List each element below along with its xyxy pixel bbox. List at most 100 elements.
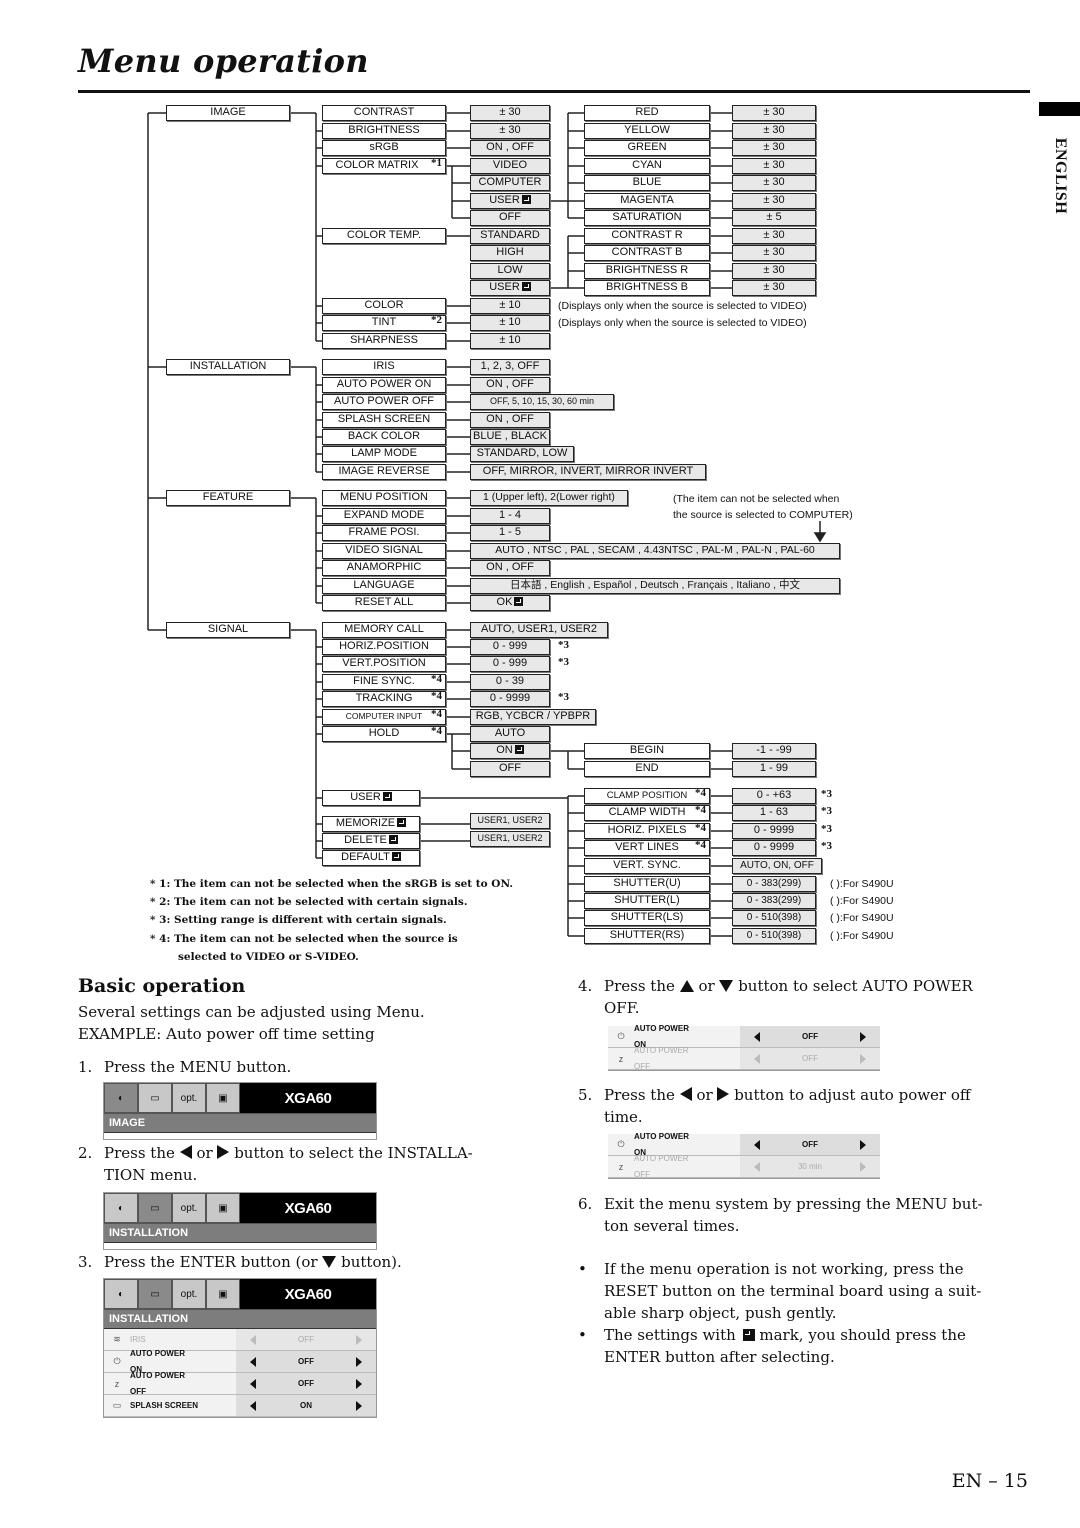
matrix-user-item[interactable]: MAGENTA (584, 193, 710, 209)
feature-item[interactable]: LANGUAGE (322, 578, 446, 594)
matrix-user-item[interactable]: RED (584, 105, 710, 121)
installation-item[interactable]: SPLASH SCREEN (322, 412, 446, 428)
user-item[interactable]: VERT LINES *4 (584, 839, 710, 856)
item-srgb[interactable]: sRGB (322, 140, 446, 156)
feature-item[interactable]: EXPAND MODE (322, 508, 446, 524)
item-contrast[interactable]: CONTRAST (322, 105, 446, 121)
user-item[interactable]: HORIZ. PIXELS *4 (584, 822, 710, 839)
installation-item[interactable]: BACK COLOR (322, 429, 446, 445)
feature-item[interactable]: RESET ALL (322, 595, 446, 611)
color-temp-user-item[interactable]: BRIGHTNESS R (584, 263, 710, 279)
item-sharpness[interactable]: SHARPNESS (322, 333, 446, 349)
option-tab-icon[interactable]: opt. (172, 1083, 206, 1113)
user-item[interactable]: VERT. SYNC. (584, 858, 710, 874)
osd-row-value[interactable]: OFF (236, 1351, 376, 1372)
right-arrow-icon[interactable] (356, 1356, 362, 1367)
right-arrow-icon[interactable] (859, 1161, 866, 1172)
right-arrow-icon[interactable] (860, 1053, 866, 1064)
installation-tab-icon[interactable]: ▭ (138, 1083, 172, 1113)
signal-item[interactable]: HOLD *4 (322, 725, 446, 742)
right-arrow-icon[interactable] (860, 1031, 866, 1042)
option-tab-icon[interactable]: opt. (172, 1193, 206, 1223)
signal-memorize-item[interactable]: MEMORIZE (322, 816, 420, 832)
osd-row-value[interactable]: OFF (740, 1026, 880, 1047)
item-color[interactable]: COLOR (322, 298, 446, 314)
left-arrow-icon[interactable] (754, 1053, 760, 1064)
installation-tab-icon[interactable]: ▭ (138, 1279, 172, 1309)
left-arrow-icon[interactable] (754, 1139, 760, 1150)
user-item[interactable]: SHUTTER(RS) (584, 928, 710, 944)
left-arrow-icon[interactable] (250, 1400, 256, 1411)
image-tab-icon[interactable]: ◐ (104, 1279, 138, 1309)
osd-row-value[interactable]: OFF (740, 1134, 880, 1155)
left-arrow-icon[interactable] (250, 1334, 256, 1345)
signal-item[interactable]: MEMORY CALL (322, 622, 446, 638)
color-temp-user-item[interactable]: CONTRAST B (584, 245, 710, 261)
osd-row-value[interactable]: ON (236, 1395, 376, 1416)
color-temp-user-item[interactable]: CONTRAST R (584, 228, 710, 244)
matrix-user-item[interactable]: CYAN (584, 158, 710, 174)
item-color-temp[interactable]: COLOR TEMP. (322, 228, 446, 244)
left-arrow-icon[interactable] (754, 1161, 760, 1172)
item-brightness[interactable]: BRIGHTNESS (322, 123, 446, 139)
signal-tab-icon[interactable]: ▣ (206, 1083, 240, 1113)
feature-item[interactable]: FRAME POSI. (322, 525, 446, 541)
user-item[interactable]: CLAMP WIDTH *4 (584, 804, 710, 821)
right-arrow-icon[interactable] (356, 1334, 362, 1345)
matrix-user-item[interactable]: SATURATION (584, 210, 710, 226)
signal-user-item[interactable]: USER (322, 790, 420, 806)
osd-row-value[interactable]: 30 min (740, 1156, 880, 1177)
osd-row-value[interactable]: OFF (740, 1048, 880, 1069)
osd-menu-row[interactable]: z AUTO POWER OFF OFF (608, 1046, 880, 1070)
user-item[interactable]: SHUTTER(U) (584, 876, 710, 892)
osd-menu-row[interactable]: z AUTO POWER OFF OFF (104, 1371, 376, 1395)
signal-tab-icon[interactable]: ▣ (206, 1279, 240, 1309)
osd-menu-row[interactable]: ⏻ AUTO POWER ON OFF (104, 1349, 376, 1373)
signal-tab-icon[interactable]: ▣ (206, 1193, 240, 1223)
installation-item[interactable]: AUTO POWER OFF (322, 394, 446, 410)
image-tab-icon[interactable]: ◐ (104, 1193, 138, 1223)
menu-feature[interactable]: FEATURE (166, 490, 290, 506)
right-arrow-icon[interactable] (860, 1139, 866, 1150)
matrix-user-item[interactable]: BLUE (584, 175, 710, 191)
signal-item[interactable]: FINE SYNC. *4 (322, 673, 446, 690)
osd-menu-row[interactable]: ▭ SPLASH SCREEN ON (104, 1395, 376, 1417)
osd-menu-row[interactable]: ⏻ AUTO POWER ON OFF (608, 1024, 880, 1048)
osd-row-value[interactable]: OFF (236, 1373, 376, 1394)
item-tint[interactable]: TINT *2 (322, 314, 446, 331)
signal-delete-item[interactable]: DELETE (322, 833, 420, 849)
user-item[interactable]: SHUTTER(L) (584, 893, 710, 909)
right-arrow-icon[interactable] (356, 1378, 362, 1389)
option-tab-icon[interactable]: opt. (172, 1279, 206, 1309)
color-temp-user-item[interactable]: BRIGHTNESS B (584, 280, 710, 296)
signal-item[interactable]: VERT.POSITION (322, 656, 446, 672)
signal-default-item[interactable]: DEFAULT (322, 850, 420, 866)
signal-item[interactable]: TRACKING *4 (322, 690, 446, 707)
installation-item[interactable]: IMAGE REVERSE (322, 464, 446, 480)
osd-menu-row[interactable]: ≋ IRIS OFF (104, 1329, 376, 1351)
menu-signal[interactable]: SIGNAL (166, 622, 290, 638)
hold-on-item[interactable]: END (584, 761, 710, 777)
installation-item[interactable]: AUTO POWER ON (322, 377, 446, 393)
left-arrow-icon[interactable] (250, 1378, 256, 1389)
hold-on-item[interactable]: BEGIN (584, 743, 710, 759)
left-arrow-icon[interactable] (250, 1356, 256, 1367)
signal-item[interactable]: HORIZ.POSITION (322, 639, 446, 655)
menu-installation[interactable]: INSTALLATION (166, 359, 290, 375)
installation-tab-icon[interactable]: ▭ (138, 1193, 172, 1223)
osd-row-value[interactable]: OFF (236, 1329, 376, 1350)
feature-item[interactable]: MENU POSITION (322, 490, 446, 506)
installation-item[interactable]: LAMP MODE (322, 446, 446, 462)
installation-item[interactable]: IRIS (322, 359, 446, 375)
user-item[interactable]: SHUTTER(LS) (584, 910, 710, 926)
matrix-user-item[interactable]: YELLOW (584, 123, 710, 139)
feature-item[interactable]: VIDEO SIGNAL (322, 543, 446, 559)
user-item[interactable]: CLAMP POSITION *4 (584, 787, 710, 804)
left-arrow-icon[interactable] (754, 1031, 760, 1042)
menu-image[interactable]: IMAGE (166, 105, 290, 121)
osd-menu-row[interactable]: ⏻ AUTO POWER ON OFF (608, 1132, 880, 1156)
matrix-user-item[interactable]: GREEN (584, 140, 710, 156)
feature-item[interactable]: ANAMORPHIC (322, 560, 446, 576)
signal-item[interactable]: COMPUTER INPUT *4 (322, 708, 446, 725)
osd-menu-row[interactable]: z AUTO POWER OFF 30 min (608, 1154, 880, 1178)
